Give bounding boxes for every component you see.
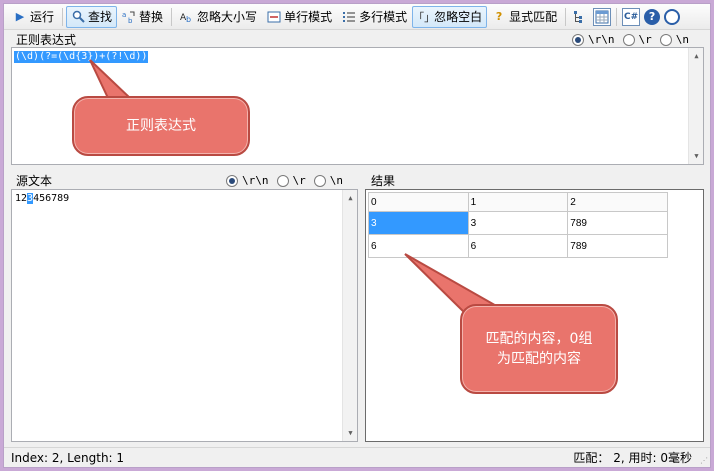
explicit-capture-button[interactable]: ? 显式匹配 — [487, 6, 562, 28]
source-text-after: 456789 — [33, 193, 70, 204]
ignore-case-button[interactable]: Ab 忽略大小写 — [175, 6, 262, 28]
option-label: \r\n — [588, 33, 615, 46]
single-line-label: 单行模式 — [284, 10, 333, 24]
regex-panel-title: 正则表达式 — [16, 32, 77, 47]
toolbar-separator — [616, 7, 618, 26]
scroll-down-icon[interactable]: ▼ — [689, 149, 704, 163]
replace-icon: ab — [122, 10, 136, 24]
source-option-crlf[interactable]: \r\n — [226, 174, 269, 187]
question-icon: ? — [495, 10, 503, 23]
column-header[interactable]: 2 — [567, 192, 668, 212]
column-header[interactable]: 1 — [467, 192, 569, 212]
table-cell[interactable]: 789 — [567, 211, 668, 235]
regex-scrollbar[interactable]: ▲ ▼ — [688, 48, 703, 164]
option-label: \r — [638, 33, 652, 46]
find-button[interactable]: 查找 — [66, 5, 118, 28]
regex-text[interactable]: (\d)(?=(\d{3})+(?!\d)) — [14, 51, 149, 63]
toolbar: ▶ 运行 查找 ab 替换 Ab 忽略大小写 单行模式 多行模式 「」 忽略空白… — [4, 4, 710, 30]
table-cell[interactable]: 789 — [567, 234, 668, 258]
help-icon[interactable]: ? — [644, 8, 661, 25]
regex-option-cr[interactable]: \r — [622, 33, 652, 46]
svg-text:b: b — [128, 17, 133, 24]
table-row[interactable]: 6 6 789 — [368, 234, 668, 258]
regex-option-crlf[interactable]: \r\n — [572, 33, 615, 46]
result-table: 0 1 2 3 3 789 6 6 789 — [368, 192, 668, 258]
play-icon: ▶ — [15, 10, 25, 23]
status-index-length: Index: 2, Length: 1 — [11, 450, 125, 465]
source-text-input[interactable]: 123456789 ▲ ▼ — [11, 189, 358, 442]
table-cell[interactable]: 6 — [467, 234, 569, 258]
source-text[interactable]: 123456789 — [15, 193, 69, 205]
replace-label: 替换 — [139, 10, 164, 24]
tree-view-icon[interactable] — [571, 8, 589, 26]
source-panel-title: 源文本 — [16, 173, 53, 188]
list-icon — [342, 10, 356, 24]
column-header[interactable]: 0 — [368, 192, 469, 212]
regex-callout-text: 正则表达式 — [126, 118, 196, 134]
status-bar: Index: 2, Length: 1 匹配： 2, 用时: 0毫秒 ⋰ — [4, 447, 710, 467]
regex-option-lf[interactable]: \n — [659, 33, 689, 46]
find-label: 查找 — [88, 10, 113, 24]
replace-button[interactable]: ab 替换 — [117, 6, 168, 28]
svg-text:a: a — [122, 11, 126, 19]
source-newline-options: \r\n \r \n — [218, 174, 343, 187]
resize-grip-icon[interactable]: ⋰ — [700, 456, 708, 465]
radio[interactable] — [276, 174, 289, 187]
radio[interactable] — [622, 33, 635, 46]
run-button[interactable]: ▶ 运行 — [8, 6, 59, 28]
multi-line-button[interactable]: 多行模式 — [337, 6, 412, 28]
regex-callout: 正则表达式 — [72, 96, 250, 156]
radio-checked[interactable] — [572, 33, 584, 46]
radio[interactable] — [313, 174, 326, 187]
table-cell[interactable]: 3 — [467, 211, 569, 235]
regex-newline-options: \r\n \r \n — [564, 33, 689, 46]
ignore-case-label: 忽略大小写 — [197, 10, 258, 24]
toolbar-separator — [62, 7, 64, 26]
magnifier-icon — [71, 10, 85, 24]
source-option-cr[interactable]: \r — [276, 174, 306, 187]
option-label: \n — [329, 174, 343, 187]
scroll-up-icon[interactable]: ▲ — [343, 191, 358, 205]
case-icon: Ab — [180, 10, 194, 24]
ignore-whitespace-label: 忽略空白 — [434, 10, 483, 24]
explicit-capture-label: 显式匹配 — [509, 10, 558, 24]
source-text-before: 12 — [15, 193, 28, 204]
result-callout-line1: 匹配的内容，0组 — [485, 331, 593, 347]
single-line-button[interactable]: 单行模式 — [262, 6, 337, 28]
about-icon[interactable] — [664, 8, 681, 25]
table-cell[interactable]: 6 — [368, 234, 469, 258]
single-line-icon — [267, 10, 281, 24]
svg-text:b: b — [186, 15, 191, 24]
status-match-info: 匹配： 2, 用时: 0毫秒 — [573, 451, 692, 465]
result-callout: 匹配的内容，0组 为匹配的内容 — [460, 304, 618, 394]
toolbar-separator — [565, 7, 567, 26]
source-option-lf[interactable]: \n — [313, 174, 343, 187]
csharp-code-icon[interactable]: C# — [622, 7, 641, 26]
table-view-icon[interactable] — [593, 7, 612, 26]
scroll-up-icon[interactable]: ▲ — [689, 49, 704, 63]
result-panel-title: 结果 — [371, 173, 396, 188]
option-label: \r\n — [242, 174, 269, 187]
radio-checked[interactable] — [226, 174, 238, 187]
multi-line-label: 多行模式 — [359, 10, 408, 24]
toolbar-separator — [171, 7, 173, 26]
brackets-icon: 「」 — [413, 10, 436, 24]
option-label: \r — [292, 174, 306, 187]
run-label: 运行 — [30, 10, 55, 24]
table-header-row: 0 1 2 — [368, 192, 668, 212]
scroll-down-icon[interactable]: ▼ — [343, 426, 358, 440]
source-scrollbar[interactable]: ▲ ▼ — [342, 190, 357, 441]
radio[interactable] — [659, 33, 672, 46]
table-row[interactable]: 3 3 789 — [368, 211, 668, 235]
table-cell[interactable]: 3 — [368, 211, 469, 235]
ignore-whitespace-button[interactable]: 「」 忽略空白 — [412, 5, 488, 28]
result-callout-line2: 为匹配的内容 — [497, 351, 581, 367]
option-label: \n — [675, 33, 689, 46]
